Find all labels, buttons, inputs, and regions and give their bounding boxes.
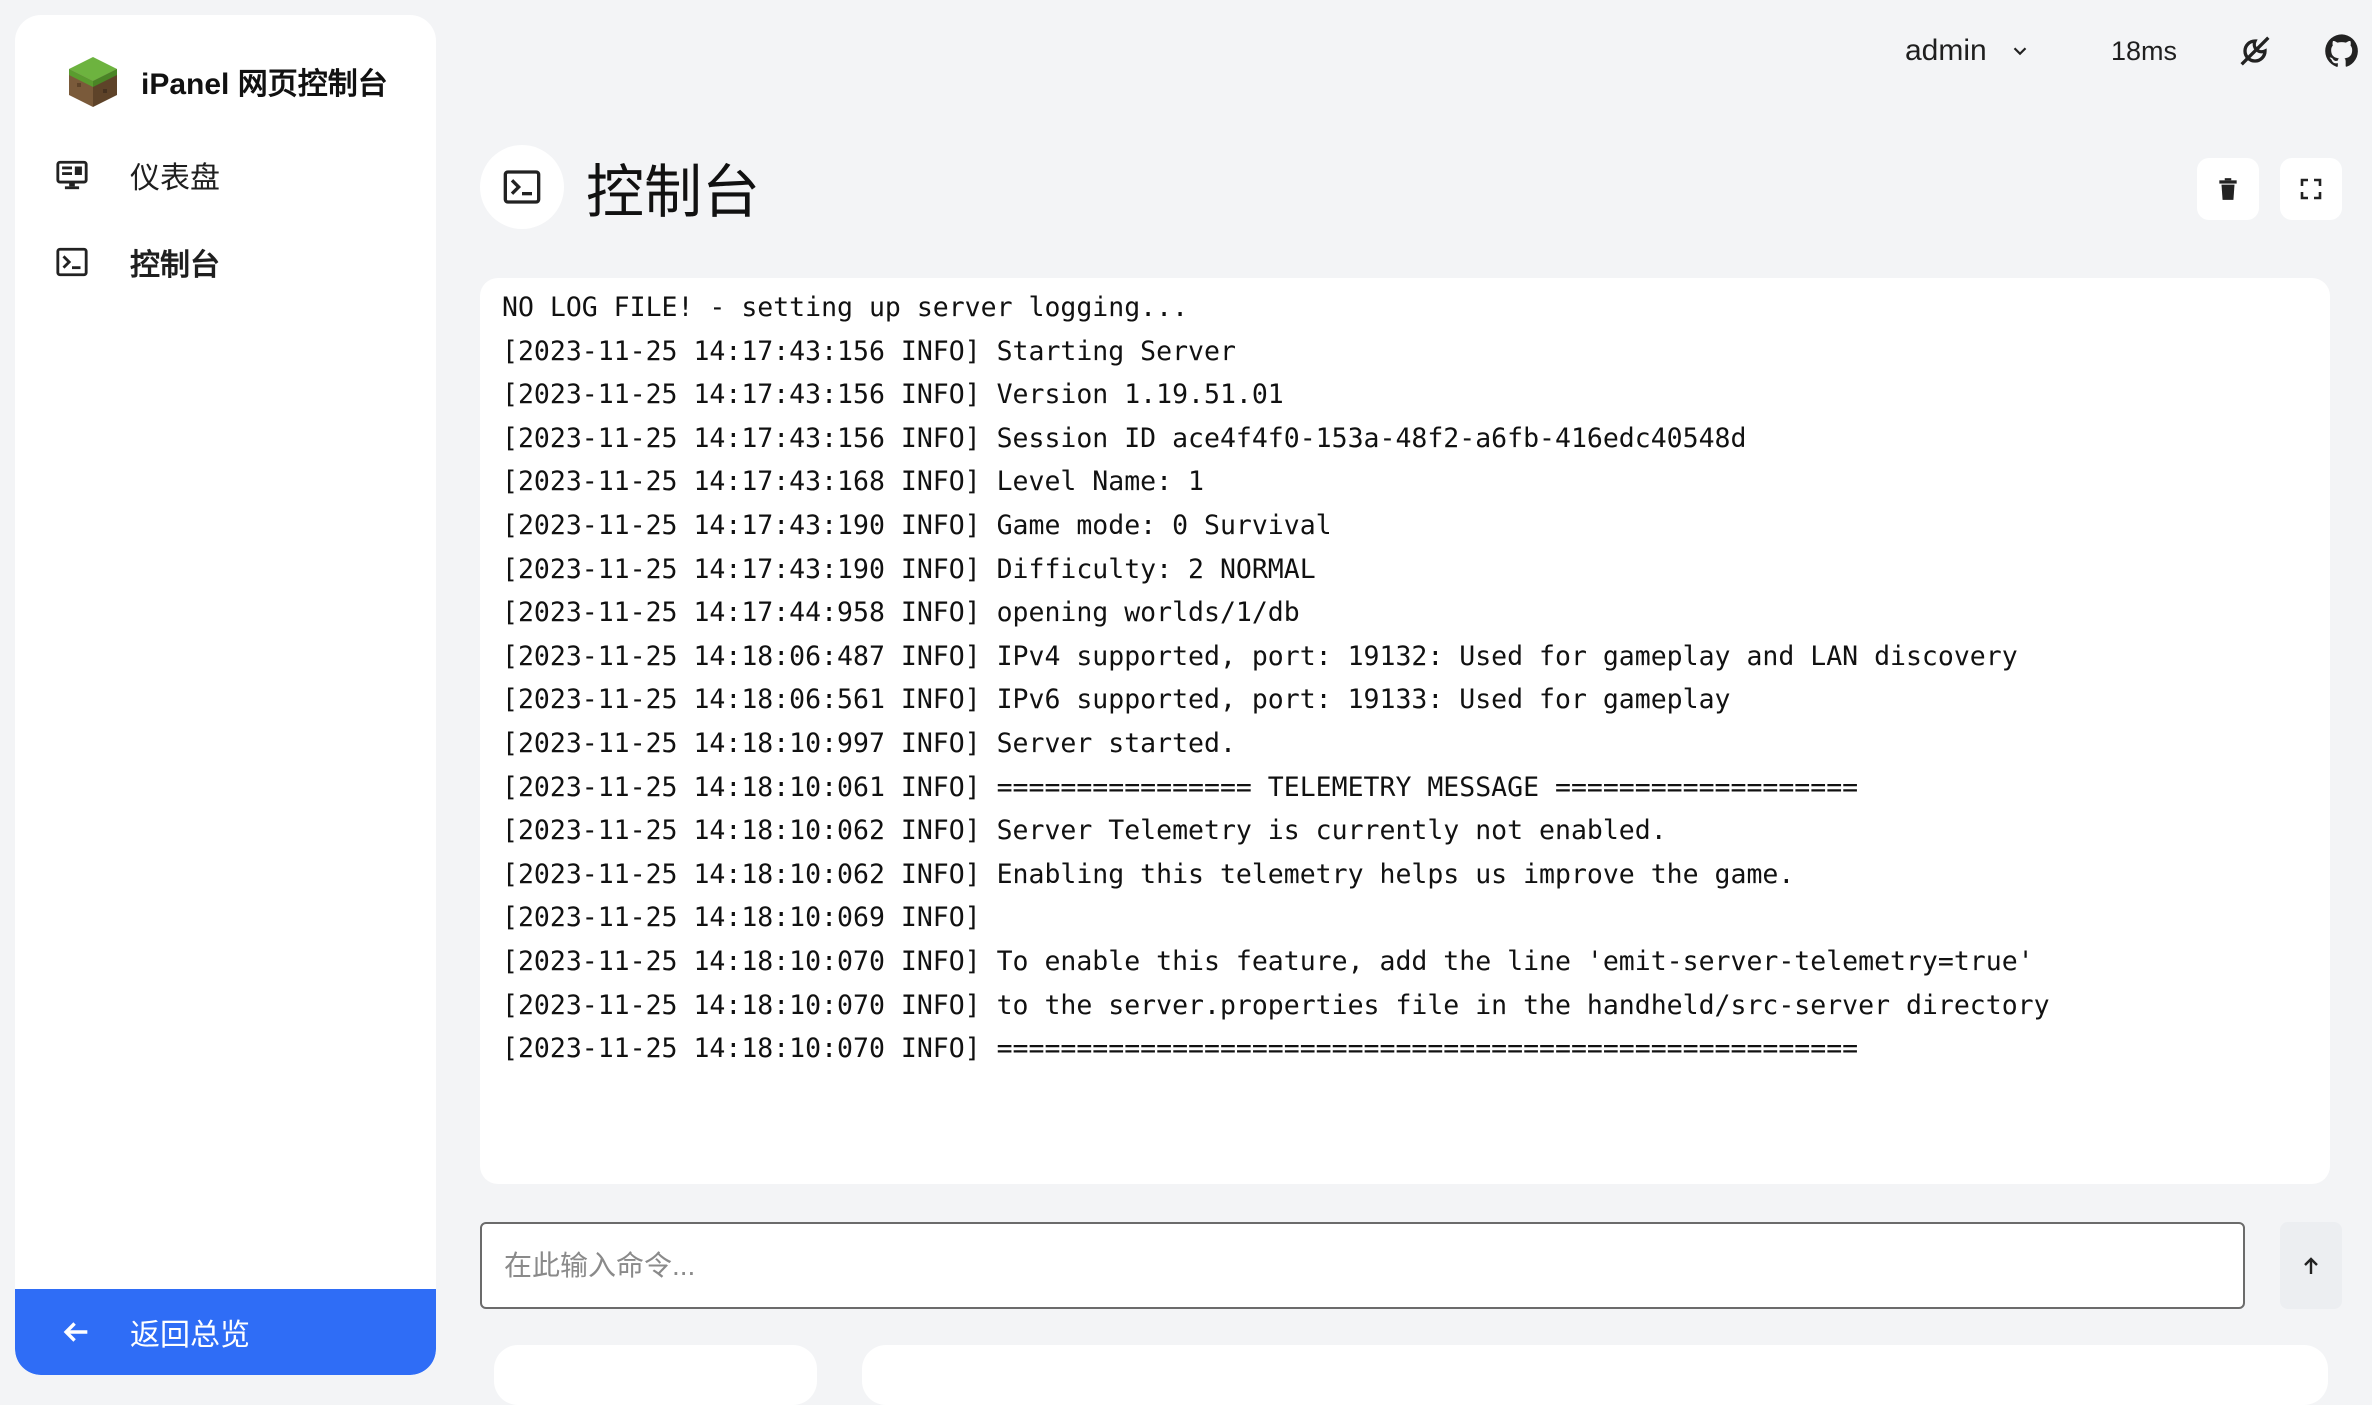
clear-console-button[interactable]	[2197, 158, 2259, 220]
terminal-icon	[56, 247, 88, 277]
log-line: [2023-11-25 14:18:06:487 INFO] IPv4 supp…	[502, 640, 2018, 672]
github-icon	[2325, 34, 2358, 67]
sidebar: iPanel 网页控制台 仪表盘 控制台 返回总览	[15, 15, 436, 1375]
brand[interactable]: iPanel 网页控制台	[65, 35, 388, 127]
log-line: [2023-11-25 14:17:43:190 INFO] Game mode…	[502, 509, 1332, 541]
sidebar-item-console[interactable]: 控制台	[15, 222, 436, 302]
log-line: [2023-11-25 14:18:10:061 INFO] =========…	[502, 771, 1859, 803]
fullscreen-icon	[2300, 178, 2322, 200]
trash-icon	[2219, 178, 2237, 200]
theme-toggle-button[interactable]	[2235, 26, 2275, 76]
user-menu[interactable]: admin	[1905, 26, 2031, 76]
log-line: [2023-11-25 14:18:10:070 INFO] To enable…	[502, 945, 2034, 977]
github-link[interactable]	[2322, 26, 2362, 76]
bottom-card-right	[862, 1345, 2328, 1405]
chevron-down-icon	[2013, 47, 2026, 56]
arrow-left-icon	[63, 1322, 88, 1342]
arrow-up-icon	[2304, 1256, 2318, 1274]
log-line: [2023-11-25 14:17:43:156 INFO] Session I…	[502, 422, 1747, 454]
monitor-icon	[56, 160, 88, 190]
log-line: [2023-11-25 14:17:44:958 INFO] opening w…	[502, 597, 1300, 629]
log-line: [2023-11-25 14:18:10:062 INFO] Server Te…	[502, 815, 1667, 847]
log-line: [2023-11-25 14:18:06:561 INFO] IPv6 supp…	[502, 684, 1731, 716]
log-line: [2023-11-25 14:17:43:156 INFO] Version 1…	[502, 379, 1284, 411]
page-icon-badge	[480, 145, 564, 229]
back-to-overview-button[interactable]: 返回总览	[15, 1289, 436, 1375]
username: admin	[1905, 34, 1987, 67]
log-line: [2023-11-25 14:17:43:156 INFO] Starting …	[502, 335, 1236, 367]
log-line: [2023-11-25 14:18:10:062 INFO] Enabling …	[502, 858, 1795, 890]
page-header: 控制台	[480, 145, 760, 229]
log-line: [2023-11-25 14:18:10:070 INFO] =========…	[502, 1033, 1859, 1065]
sidebar-item-label: 仪表盘	[130, 162, 220, 195]
page-title: 控制台	[586, 160, 761, 225]
latency-indicator: 18ms	[2111, 26, 2177, 76]
command-input[interactable]	[480, 1222, 2245, 1309]
sidebar-item-dashboard[interactable]: 仪表盘	[15, 135, 436, 215]
grass-block-logo-icon	[69, 57, 117, 107]
log-line: [2023-11-25 14:18:10:070 INFO] to the se…	[502, 989, 2050, 1021]
brand-title: iPanel 网页控制台	[141, 68, 388, 101]
log-line: [2023-11-25 14:17:43:190 INFO] Difficult…	[502, 553, 1316, 585]
back-button-label: 返回总览	[130, 1319, 250, 1352]
terminal-icon	[503, 170, 541, 204]
console-output[interactable]: NO LOG FILE! - setting up server logging…	[480, 278, 2330, 1184]
log-line: [2023-11-25 14:18:10:069 INFO]	[502, 902, 981, 934]
log-line: [2023-11-25 14:18:10:997 INFO] Server st…	[502, 727, 1236, 759]
log-line: NO LOG FILE! - setting up server logging…	[502, 292, 1189, 323]
sidebar-item-label: 控制台	[130, 249, 220, 282]
log-line: [2023-11-25 14:17:43:168 INFO] Level Nam…	[502, 466, 1204, 498]
send-command-button[interactable]	[2280, 1222, 2342, 1309]
theme-toggle-icon	[2240, 36, 2270, 66]
fullscreen-button[interactable]	[2280, 158, 2342, 220]
bottom-card-left	[494, 1345, 817, 1405]
latency-value: 18ms	[2111, 35, 2178, 66]
